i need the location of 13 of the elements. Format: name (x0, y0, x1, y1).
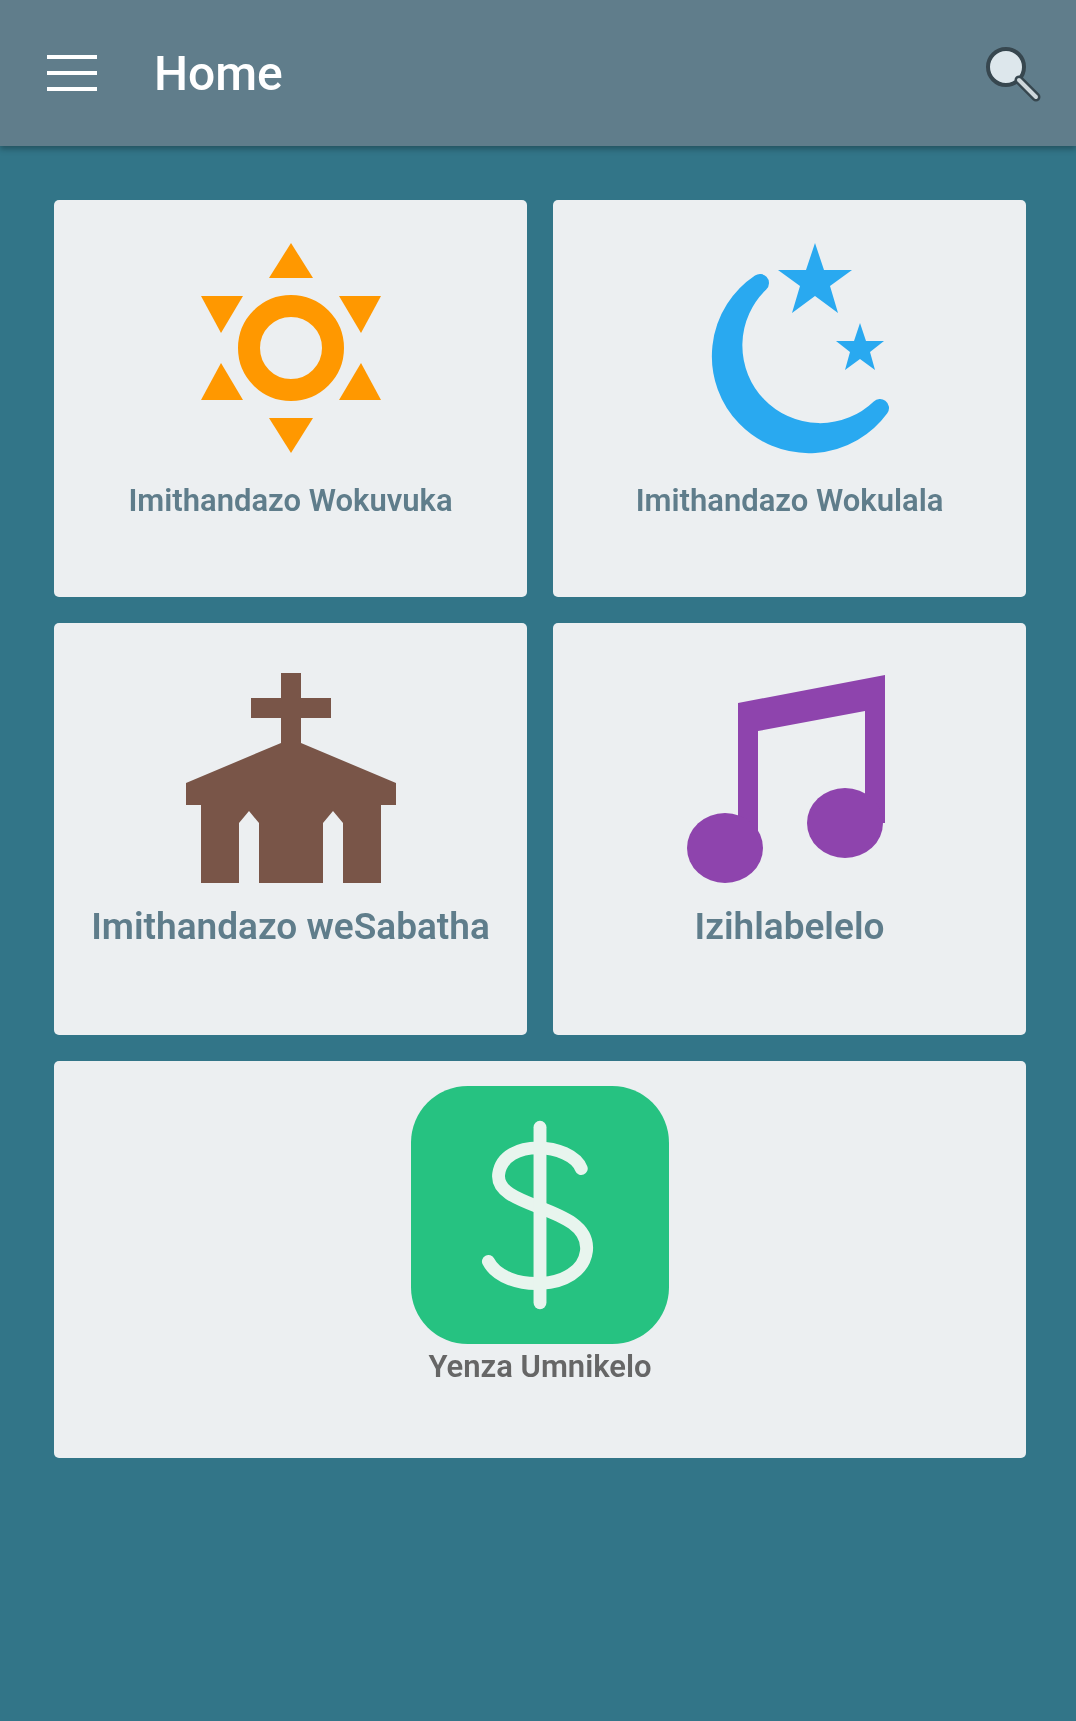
tile-label: Yenza Umnikelo (428, 1348, 652, 1385)
tile-label: Izihlabelelo (694, 905, 885, 948)
menu-tile[interactable]: Izihlabelelo (553, 623, 1026, 1035)
tile-label: Imithandazo Wokulala (635, 482, 944, 519)
menu-tile[interactable]: Imithandazo Wokulala (553, 200, 1026, 597)
menu-icon[interactable] (47, 55, 97, 91)
tile-label: Imithandazo Wokuvuka (128, 482, 453, 519)
menu-tile[interactable]: Imithandazo Wokuvuka (54, 200, 527, 597)
menu-tile[interactable]: Yenza Umnikelo (54, 1061, 1026, 1458)
dollar-icon (411, 1086, 669, 1344)
menu-tile[interactable]: Imithandazo weSabatha (54, 623, 527, 1035)
app-title: Home (154, 44, 284, 102)
tile-label: Imithandazo weSabatha (91, 905, 490, 948)
